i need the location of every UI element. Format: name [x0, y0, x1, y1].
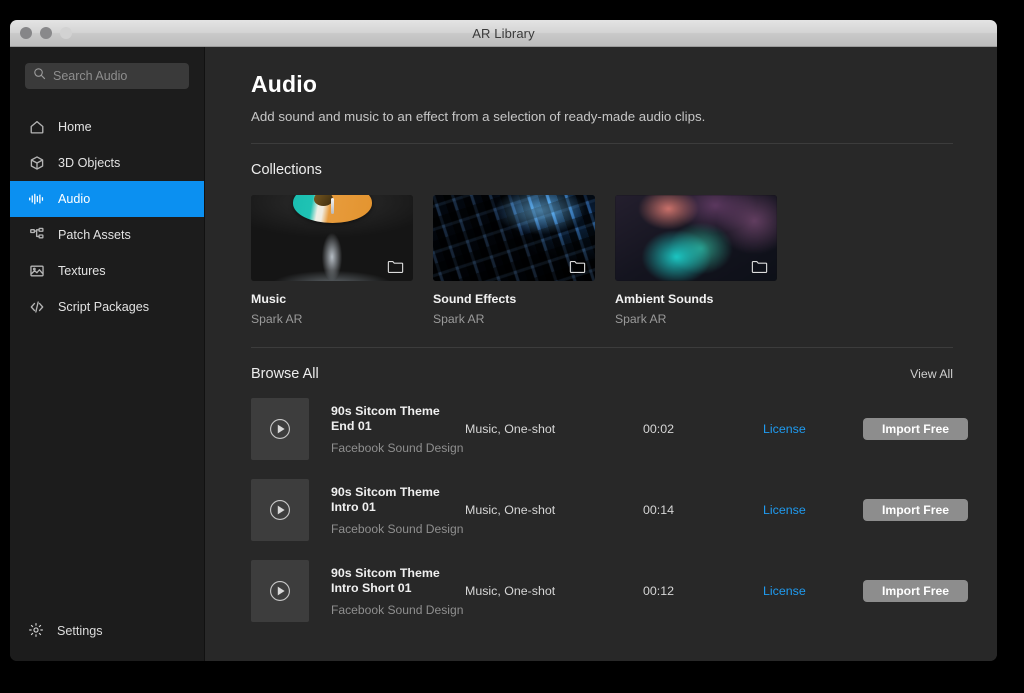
track-duration: 00:14: [643, 503, 675, 517]
track-list: 90s Sitcom Theme End 01 Facebook Sound D…: [251, 398, 968, 622]
track-author: Facebook Sound Design: [331, 440, 464, 455]
track-title-line1: 90s Sitcom Theme: [331, 565, 440, 580]
header-divider: [251, 143, 953, 144]
track-meta: 90s Sitcom Theme Intro 01 Facebook Sound…: [309, 485, 465, 536]
track-tags: Music, One-shot: [465, 422, 556, 436]
track-tags: Music, One-shot: [465, 503, 556, 517]
track-title-line1: 90s Sitcom Theme: [331, 484, 440, 499]
sidebar-item-label: Patch Assets: [58, 228, 131, 242]
collection-thumbnail[interactable]: [251, 195, 413, 281]
search-input[interactable]: [53, 69, 214, 83]
track-title-line1: 90s Sitcom Theme: [331, 403, 440, 418]
waveform-icon: [28, 191, 45, 208]
track-duration: 00:02: [643, 422, 675, 436]
main-content: Audio Add sound and music to an effect f…: [205, 47, 997, 661]
track-action: Import Free: [863, 499, 968, 521]
sidebar: Home 3D Objects: [10, 47, 214, 661]
import-free-button[interactable]: Import Free: [863, 580, 968, 602]
search-container: [10, 63, 214, 103]
sidebar-item-label: Home: [58, 120, 92, 134]
play-button[interactable]: [251, 398, 309, 460]
collection-name: Music: [251, 292, 287, 306]
search-box[interactable]: [25, 63, 214, 89]
folder-icon: [569, 259, 586, 274]
track-title-line2: Intro Short 01: [331, 581, 412, 595]
play-button[interactable]: [251, 479, 309, 541]
sidebar-item-label: Script Packages: [58, 300, 149, 314]
collections-header: Collections: [251, 162, 953, 178]
sidebar-item-3d-objects[interactable]: 3D Objects: [10, 145, 204, 181]
track-action: Import Free: [863, 418, 968, 440]
sidebar-item-label: Settings: [57, 624, 103, 638]
sidebar-item-patch-assets[interactable]: Patch Assets: [10, 217, 204, 253]
track-title-line2: Intro 01: [331, 500, 376, 514]
play-icon: [270, 500, 290, 520]
play-icon: [270, 419, 290, 439]
titlebar: AR Library: [10, 20, 997, 47]
search-icon: [33, 67, 46, 85]
collections-grid: Music Spark AR Sound Effects Spark AR Am…: [251, 195, 953, 326]
code-brackets-icon: [28, 299, 45, 316]
track-title-line2: End 01: [331, 419, 372, 433]
license-link[interactable]: License: [763, 422, 863, 436]
cube-icon: [28, 155, 45, 172]
patch-graph-icon: [28, 227, 45, 244]
window-body: Home 3D Objects: [10, 47, 997, 661]
sidebar-item-script-packages[interactable]: Script Packages: [10, 289, 204, 325]
collection-author: Spark AR: [433, 312, 485, 326]
sidebar-item-label: Audio: [58, 192, 91, 206]
license-link[interactable]: License: [763, 503, 863, 517]
collection-thumbnail[interactable]: [615, 195, 777, 281]
collection-card[interactable]: Ambient Sounds Spark AR: [615, 195, 777, 326]
browse-all-header: Browse All View All: [251, 366, 953, 382]
window-title: AR Library: [472, 25, 535, 41]
page-title: Audio: [251, 71, 318, 97]
import-free-button[interactable]: Import Free: [863, 418, 968, 440]
collection-card[interactable]: Music Spark AR: [251, 195, 413, 326]
collection-card[interactable]: Sound Effects Spark AR: [433, 195, 595, 326]
app-window: AR Library H: [10, 20, 997, 661]
collection-name: Ambient Sounds: [615, 292, 714, 306]
table-row[interactable]: 90s Sitcom Theme Intro Short 01 Facebook…: [251, 560, 968, 622]
track-duration: 00:12: [643, 584, 675, 598]
track-author: Facebook Sound Design: [331, 602, 464, 617]
sidebar-item-settings[interactable]: Settings: [10, 613, 204, 649]
track-action: Import Free: [863, 580, 968, 602]
folder-icon: [751, 259, 768, 274]
sidebar-item-textures[interactable]: Textures: [10, 253, 204, 289]
sidebar-nav: Home 3D Objects Audio Patch Assets Textu…: [10, 109, 204, 325]
sidebar-item-home[interactable]: Home: [10, 109, 204, 145]
play-icon: [270, 581, 290, 601]
table-row[interactable]: 90s Sitcom Theme Intro 01 Facebook Sound…: [251, 479, 968, 541]
collections-title: Collections: [251, 162, 322, 178]
track-meta: 90s Sitcom Theme Intro Short 01 Facebook…: [309, 566, 465, 617]
home-icon: [28, 119, 45, 136]
table-row[interactable]: 90s Sitcom Theme End 01 Facebook Sound D…: [251, 398, 968, 460]
collection-name: Sound Effects: [433, 292, 517, 306]
collection-author: Spark AR: [251, 312, 303, 326]
track-author: Facebook Sound Design: [331, 521, 464, 536]
record-spindle: [331, 198, 335, 215]
browse-divider: [251, 347, 953, 348]
sidebar-item-label: 3D Objects: [58, 156, 121, 170]
browse-all-title: Browse All: [251, 366, 319, 382]
image-icon: [28, 263, 45, 280]
gear-icon: [28, 622, 44, 641]
play-button[interactable]: [251, 560, 309, 622]
sidebar-item-label: Textures: [58, 264, 106, 278]
track-tags: Music, One-shot: [465, 584, 556, 598]
folder-icon: [387, 259, 404, 274]
view-all-link[interactable]: View All: [910, 367, 953, 381]
import-free-button[interactable]: Import Free: [863, 499, 968, 521]
sidebar-item-audio[interactable]: Audio: [10, 181, 204, 217]
track-meta: 90s Sitcom Theme End 01 Facebook Sound D…: [309, 404, 465, 455]
collection-author: Spark AR: [615, 312, 667, 326]
license-link[interactable]: License: [763, 584, 863, 598]
collection-thumbnail[interactable]: [433, 195, 595, 281]
page-subtitle: Add sound and music to an effect from a …: [251, 109, 706, 124]
